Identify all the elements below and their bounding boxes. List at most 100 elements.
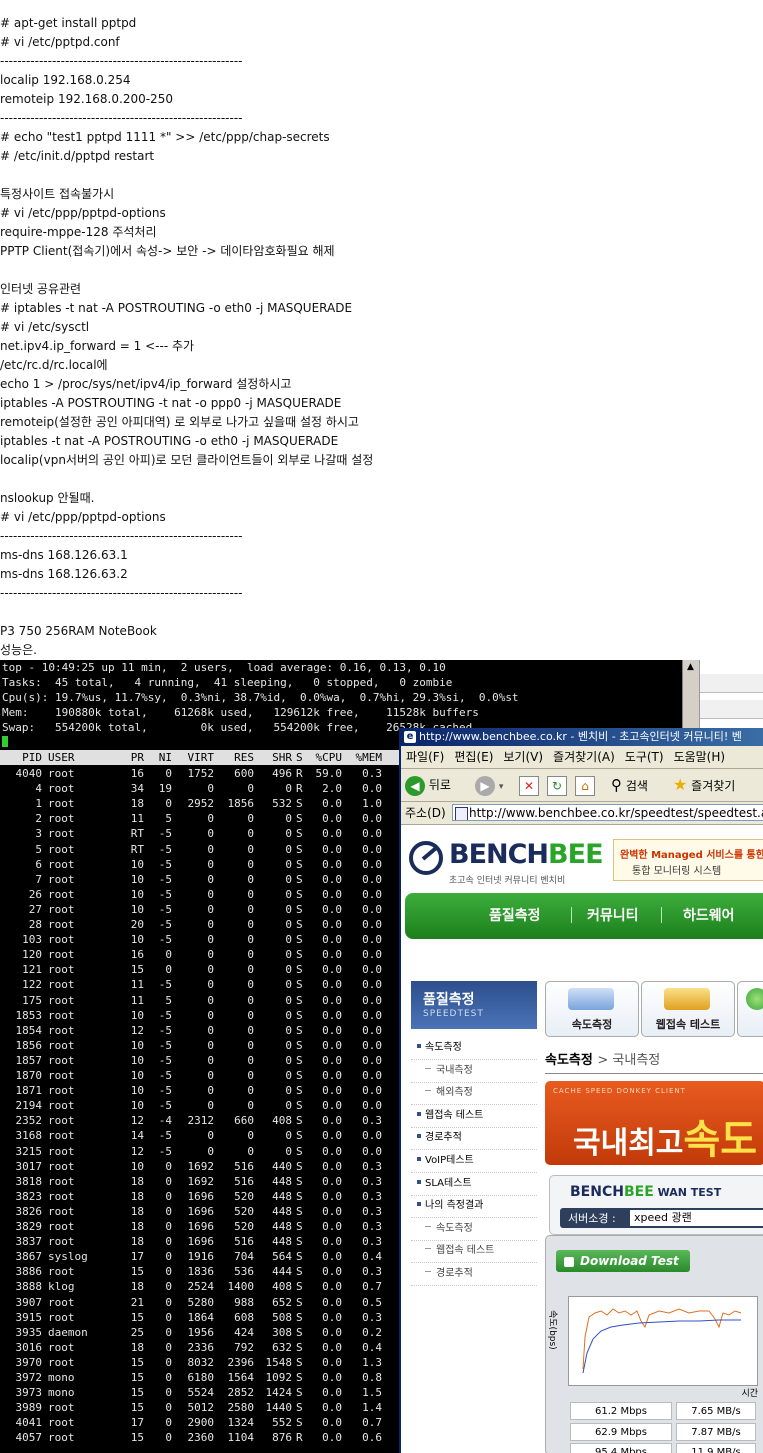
menu-item[interactable]: 편집(E)	[449, 746, 498, 768]
table-row: 120 root 16 0 0 0 0 S 0.0 0.0	[0, 947, 399, 962]
stop-button[interactable]: ✕	[519, 773, 539, 797]
table-cell: -5	[158, 872, 172, 886]
menu-item[interactable]: 보기(V)	[498, 746, 548, 768]
refresh-button[interactable]: ↻	[547, 773, 567, 797]
speed-banner[interactable]: CACHE SPEED DONKEY CLIENT 국내최고속도	[545, 1081, 763, 1165]
tab-web-test[interactable]: 웹접속 테스트	[641, 981, 735, 1037]
table-cell: 2312	[187, 1114, 215, 1128]
table-cell: 3935	[15, 1325, 43, 1339]
server-value[interactable]: xpeed 광랜	[630, 1210, 763, 1226]
benchbee-logo[interactable]: BENCHBEE 초고속 인터넷 커뮤니티 벤치비	[409, 837, 609, 887]
table-cell: root	[48, 963, 75, 977]
table-cell: 0.0	[322, 1099, 342, 1113]
table-cell: S	[296, 1144, 303, 1158]
table-cell: RT	[130, 827, 144, 841]
table-cell: 0	[247, 887, 254, 901]
table-cell: 0.0	[322, 1310, 342, 1324]
browser-title-bar[interactable]: e http://www.benchbee.co.kr - 벤치비 - 초고속인터…	[401, 728, 763, 746]
sidebar-item[interactable]: 경로추적	[411, 1263, 537, 1286]
summary-line: Cpu(s): 19.7%us, 11.7%sy, 0.3%ni, 38.7%i…	[2, 691, 399, 704]
table-cell: 21	[130, 1295, 144, 1309]
table-cell: 0.0	[322, 842, 342, 856]
sidebar-item[interactable]: 국내측정	[411, 1060, 537, 1083]
table-cell: 0	[165, 1340, 172, 1354]
table-row: 5 root RT -5 0 0 0 S 0.0 0.0	[0, 842, 399, 857]
table-cell: S	[296, 978, 303, 992]
table-cell: root	[48, 872, 75, 886]
table-cell: 0.0	[362, 948, 382, 962]
favorites-button[interactable]: ★ 즐겨찾기	[673, 773, 735, 797]
table-cell: S	[296, 1416, 303, 1430]
table-cell: 4040	[15, 767, 43, 780]
table-cell: 5280	[187, 1295, 215, 1309]
table-cell: 2900	[187, 1416, 215, 1430]
nav-item-quality[interactable]: 품질측정	[489, 905, 541, 925]
menu-item[interactable]: 즐겨찾기(A)	[548, 746, 620, 768]
table-cell: 0.3	[362, 1189, 382, 1203]
sidebar-item[interactable]: 웹접속 테스트	[411, 1105, 537, 1128]
table-cell: 103	[22, 933, 42, 947]
table-cell: S	[296, 1038, 303, 1052]
table-cell: 0.2	[362, 1325, 382, 1339]
table-row: 2 root 11 5 0 0 0 S 0.0 0.0	[0, 811, 399, 826]
table-cell: 520	[234, 1189, 254, 1203]
menu-item[interactable]: 파일(F)	[401, 746, 449, 768]
table-cell: 1916	[187, 1250, 215, 1264]
forward-button[interactable]: ▶ ▾	[475, 773, 503, 797]
table-cell: 20	[130, 918, 144, 931]
sidebar-item[interactable]: VoIP테스트	[411, 1150, 537, 1173]
table-cell: S	[296, 993, 303, 1007]
sidebar-item[interactable]: SLA테스트	[411, 1173, 537, 1196]
table-cell: 408	[272, 1114, 292, 1128]
table-cell: -5	[158, 1008, 172, 1022]
table-row: 3886 root 15 0 1836 536 444 S 0.0 0.3	[0, 1264, 399, 1279]
table-cell: S	[296, 1340, 303, 1354]
table-cell: 4041	[15, 1416, 43, 1430]
menu-item[interactable]: 도구(T)	[620, 746, 669, 768]
table-cell: 175	[22, 993, 42, 1007]
sidebar-item[interactable]: 경로추적	[411, 1127, 537, 1151]
table-cell: S	[296, 1099, 303, 1113]
table-cell: 3973	[15, 1386, 43, 1400]
table-cell: S	[296, 1401, 303, 1415]
tab-speed-test[interactable]: 속도측정	[545, 981, 639, 1037]
server-selector[interactable]: 서버소경 : xpeed 광랜	[560, 1208, 763, 1228]
sidebar-item[interactable]: 속도측정	[411, 1037, 537, 1060]
tab-more[interactable]	[737, 981, 763, 1037]
search-button[interactable]: ⚲ 검색	[611, 773, 648, 797]
back-button[interactable]: ◀ 뒤로	[405, 773, 451, 797]
table-cell: 1854	[15, 1023, 43, 1037]
sidebar-item[interactable]: 해외측정	[411, 1082, 537, 1106]
table-cell: -5	[158, 1144, 172, 1158]
table-cell: S	[296, 918, 303, 931]
address-input[interactable]: http://www.benchbee.co.kr/speedtest/spee…	[452, 804, 763, 821]
search-label: 검색	[625, 779, 648, 793]
menu-item[interactable]: 도움말(H)	[669, 746, 731, 768]
table-cell: 3	[35, 827, 42, 841]
promo-banner[interactable]: 완벽한 Managed 서비스를 통한 통합 모니터링 시스템	[613, 839, 763, 881]
table-row: 4041 root 17 0 2900 1324 552 S 0.0 0.7	[0, 1415, 399, 1430]
note-line: # vi /etc/ppp/pptpd-options	[0, 206, 166, 220]
terminal-scrollbar[interactable]: ▲	[682, 660, 699, 728]
sidebar-item-label: 경로추적	[436, 1268, 473, 1279]
download-test-button[interactable]: Download Test	[556, 1250, 690, 1272]
table-row: 3837 root 18 0 1696 516 448 S 0.0 0.3	[0, 1234, 399, 1249]
table-cell: 0	[165, 1220, 172, 1233]
table-cell: 0.0	[362, 1038, 382, 1052]
table-cell: 0.0	[322, 1220, 342, 1233]
nav-item-community[interactable]: 커뮤니티	[587, 905, 639, 925]
table-cell: 3017	[15, 1159, 43, 1173]
table-cell: 0	[207, 872, 214, 886]
table-cell: S	[296, 1114, 303, 1128]
sidebar-item[interactable]: 웹접속 테스트	[411, 1240, 537, 1264]
scroll-up-icon[interactable]: ▲	[685, 662, 696, 673]
home-button[interactable]: ⌂	[575, 773, 595, 797]
browser-window[interactable]: e http://www.benchbee.co.kr - 벤치비 - 초고속인터…	[399, 728, 763, 1453]
terminal-window[interactable]: top - 10:49:25 up 11 min, 2 users, load …	[0, 660, 399, 1453]
nav-item-hardware[interactable]: 하드웨어	[683, 905, 735, 925]
sidebar-item[interactable]: 나의 측정결과	[411, 1195, 537, 1219]
table-cell: 408	[272, 1280, 292, 1294]
sidebar-item[interactable]: 속도측정	[411, 1218, 537, 1241]
table-row: 3829 root 18 0 1696 520 448 S 0.0 0.3	[0, 1219, 399, 1234]
address-label: 주소(D)	[405, 806, 446, 820]
